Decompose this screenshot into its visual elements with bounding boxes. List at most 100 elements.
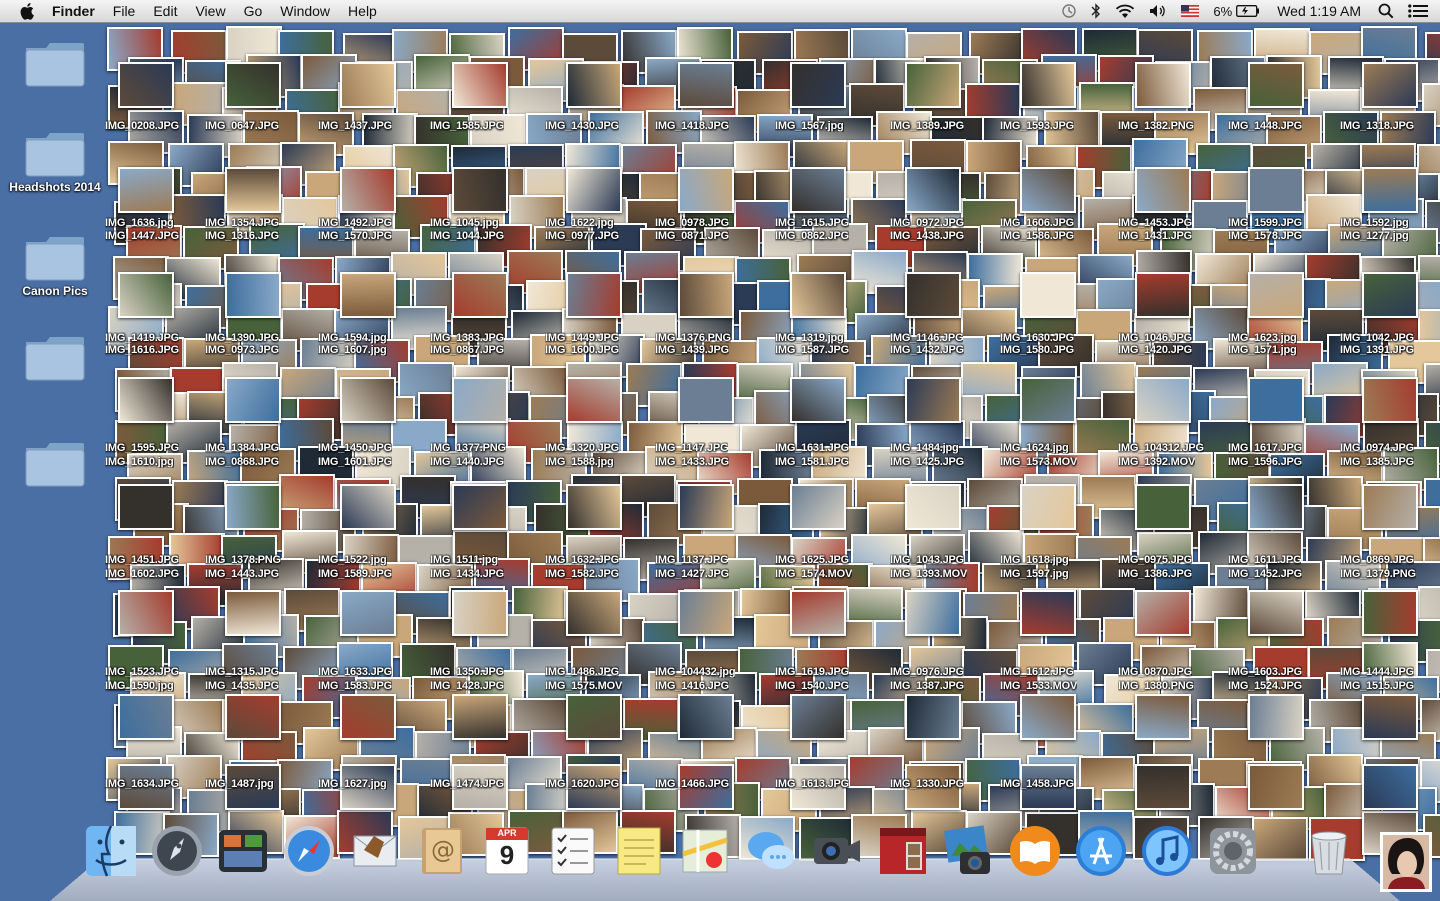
file-thumbnail[interactable]	[118, 272, 174, 318]
file-thumbnail[interactable]	[905, 590, 961, 636]
file-thumbnail[interactable]	[678, 62, 734, 108]
file-thumbnail[interactable]	[1020, 377, 1076, 423]
dock-downloads-stack[interactable]	[1378, 830, 1434, 894]
file-thumbnail[interactable]	[905, 62, 961, 108]
file-thumbnail[interactable]	[790, 590, 846, 636]
file-thumbnail[interactable]	[1362, 694, 1418, 740]
file-thumbnail[interactable]	[225, 484, 281, 530]
dock-calendar[interactable]: APR 9	[478, 822, 536, 880]
dock-messages[interactable]	[742, 822, 800, 880]
file-thumbnail[interactable]	[1135, 764, 1191, 810]
dock-contacts[interactable]: @	[412, 822, 470, 880]
file-thumbnail[interactable]	[340, 377, 396, 423]
file-thumbnail[interactable]	[905, 167, 961, 213]
desktop-folder[interactable]	[0, 334, 110, 384]
desktop-folder-canon-pics[interactable]: Canon Pics	[0, 234, 110, 298]
file-thumbnail[interactable]	[566, 694, 622, 740]
file-thumbnail[interactable]	[1020, 167, 1076, 213]
file-thumbnail[interactable]	[452, 272, 508, 318]
file-thumbnail[interactable]	[790, 272, 846, 318]
file-thumbnail[interactable]	[905, 377, 961, 423]
file-thumbnail[interactable]	[1135, 62, 1191, 108]
file-thumbnail[interactable]	[225, 694, 281, 740]
menu-finder[interactable]: Finder	[50, 0, 104, 22]
file-thumbnail[interactable]	[225, 590, 281, 636]
us-flag-icon[interactable]	[1174, 0, 1206, 22]
menu-window[interactable]: Window	[271, 0, 339, 22]
dock-trash[interactable]	[1300, 822, 1358, 880]
wifi-icon[interactable]	[1108, 0, 1142, 22]
menubar-clock[interactable]: Wed 1:19 AM	[1267, 0, 1371, 22]
file-thumbnail[interactable]	[1362, 62, 1418, 108]
time-machine-icon[interactable]	[1054, 0, 1084, 22]
file-thumbnail[interactable]	[452, 167, 508, 213]
file-thumbnail[interactable]	[1248, 590, 1304, 636]
menu-go[interactable]: Go	[235, 0, 272, 22]
file-thumbnail[interactable]	[905, 694, 961, 740]
file-thumbnail[interactable]	[1248, 377, 1304, 423]
notification-center-icon[interactable]	[1401, 0, 1440, 22]
dock-system-preferences[interactable]	[1204, 822, 1262, 880]
file-thumbnail[interactable]	[905, 272, 961, 318]
dock-photo-booth[interactable]	[874, 822, 932, 880]
dock-mission-control[interactable]	[214, 822, 272, 880]
file-thumbnail[interactable]	[340, 272, 396, 318]
menu-file[interactable]: File	[104, 0, 145, 22]
file-thumbnail[interactable]	[905, 484, 961, 530]
file-thumbnail[interactable]	[1020, 694, 1076, 740]
file-thumbnail[interactable]	[678, 590, 734, 636]
dock-safari[interactable]	[280, 822, 338, 880]
desktop-folder-headshots-2014[interactable]: Headshots 2014	[0, 130, 110, 194]
dock-iphoto[interactable]	[940, 822, 998, 880]
desktop[interactable]: IMG_0208.JPG IMG_0647.JPG IMG_1437.JPG IMG_…	[0, 22, 1440, 900]
file-thumbnail[interactable]	[1135, 167, 1191, 213]
file-thumbnail[interactable]	[1248, 484, 1304, 530]
bluetooth-icon[interactable]	[1084, 0, 1108, 22]
file-thumbnail[interactable]	[790, 377, 846, 423]
file-thumbnail[interactable]	[118, 62, 174, 108]
file-thumbnail[interactable]	[566, 167, 622, 213]
desktop-folder[interactable]	[0, 40, 110, 90]
file-thumbnail[interactable]	[566, 377, 622, 423]
file-thumbnail[interactable]	[1362, 484, 1418, 530]
dock-itunes[interactable]	[1138, 822, 1196, 880]
file-thumbnail[interactable]	[1362, 590, 1418, 636]
dock-notes[interactable]	[610, 822, 668, 880]
file-thumbnail[interactable]	[678, 167, 734, 213]
file-thumbnail[interactable]	[340, 484, 396, 530]
file-thumbnail[interactable]	[1362, 377, 1418, 423]
file-thumbnail[interactable]	[340, 694, 396, 740]
file-thumbnail[interactable]	[566, 590, 622, 636]
file-thumbnail[interactable]	[1362, 272, 1418, 318]
menu-edit[interactable]: Edit	[144, 0, 186, 22]
menu-view[interactable]: View	[186, 0, 234, 22]
file-thumbnail[interactable]	[1248, 694, 1304, 740]
dock-reminders[interactable]	[544, 822, 602, 880]
file-thumbnail[interactable]	[452, 694, 508, 740]
file-thumbnail[interactable]	[1135, 694, 1191, 740]
file-thumbnail[interactable]	[678, 377, 734, 423]
file-thumbnail[interactable]	[1248, 272, 1304, 318]
spotlight-search-icon[interactable]	[1371, 0, 1401, 22]
dock-facetime[interactable]	[808, 822, 866, 880]
dock-mail[interactable]	[346, 822, 404, 880]
file-thumbnail[interactable]	[1135, 484, 1191, 530]
file-thumbnail[interactable]	[1362, 167, 1418, 213]
file-thumbnail[interactable]	[118, 694, 174, 740]
file-thumbnail[interactable]	[566, 62, 622, 108]
battery-status[interactable]: 6%	[1206, 0, 1267, 22]
file-thumbnail[interactable]	[678, 694, 734, 740]
file-thumbnail[interactable]	[790, 167, 846, 213]
apple-menu-icon[interactable]	[18, 1, 38, 21]
file-thumbnail[interactable]	[452, 62, 508, 108]
file-thumbnail[interactable]	[1248, 62, 1304, 108]
file-thumbnail[interactable]	[566, 272, 622, 318]
file-thumbnail[interactable]	[678, 272, 734, 318]
file-thumbnail[interactable]	[566, 484, 622, 530]
file-thumbnail[interactable]	[118, 377, 174, 423]
dock-launchpad[interactable]	[148, 822, 206, 880]
file-thumbnail[interactable]	[1135, 377, 1191, 423]
dock-finder[interactable]	[82, 822, 140, 880]
file-thumbnail[interactable]	[225, 167, 281, 213]
file-thumbnail[interactable]	[678, 484, 734, 530]
